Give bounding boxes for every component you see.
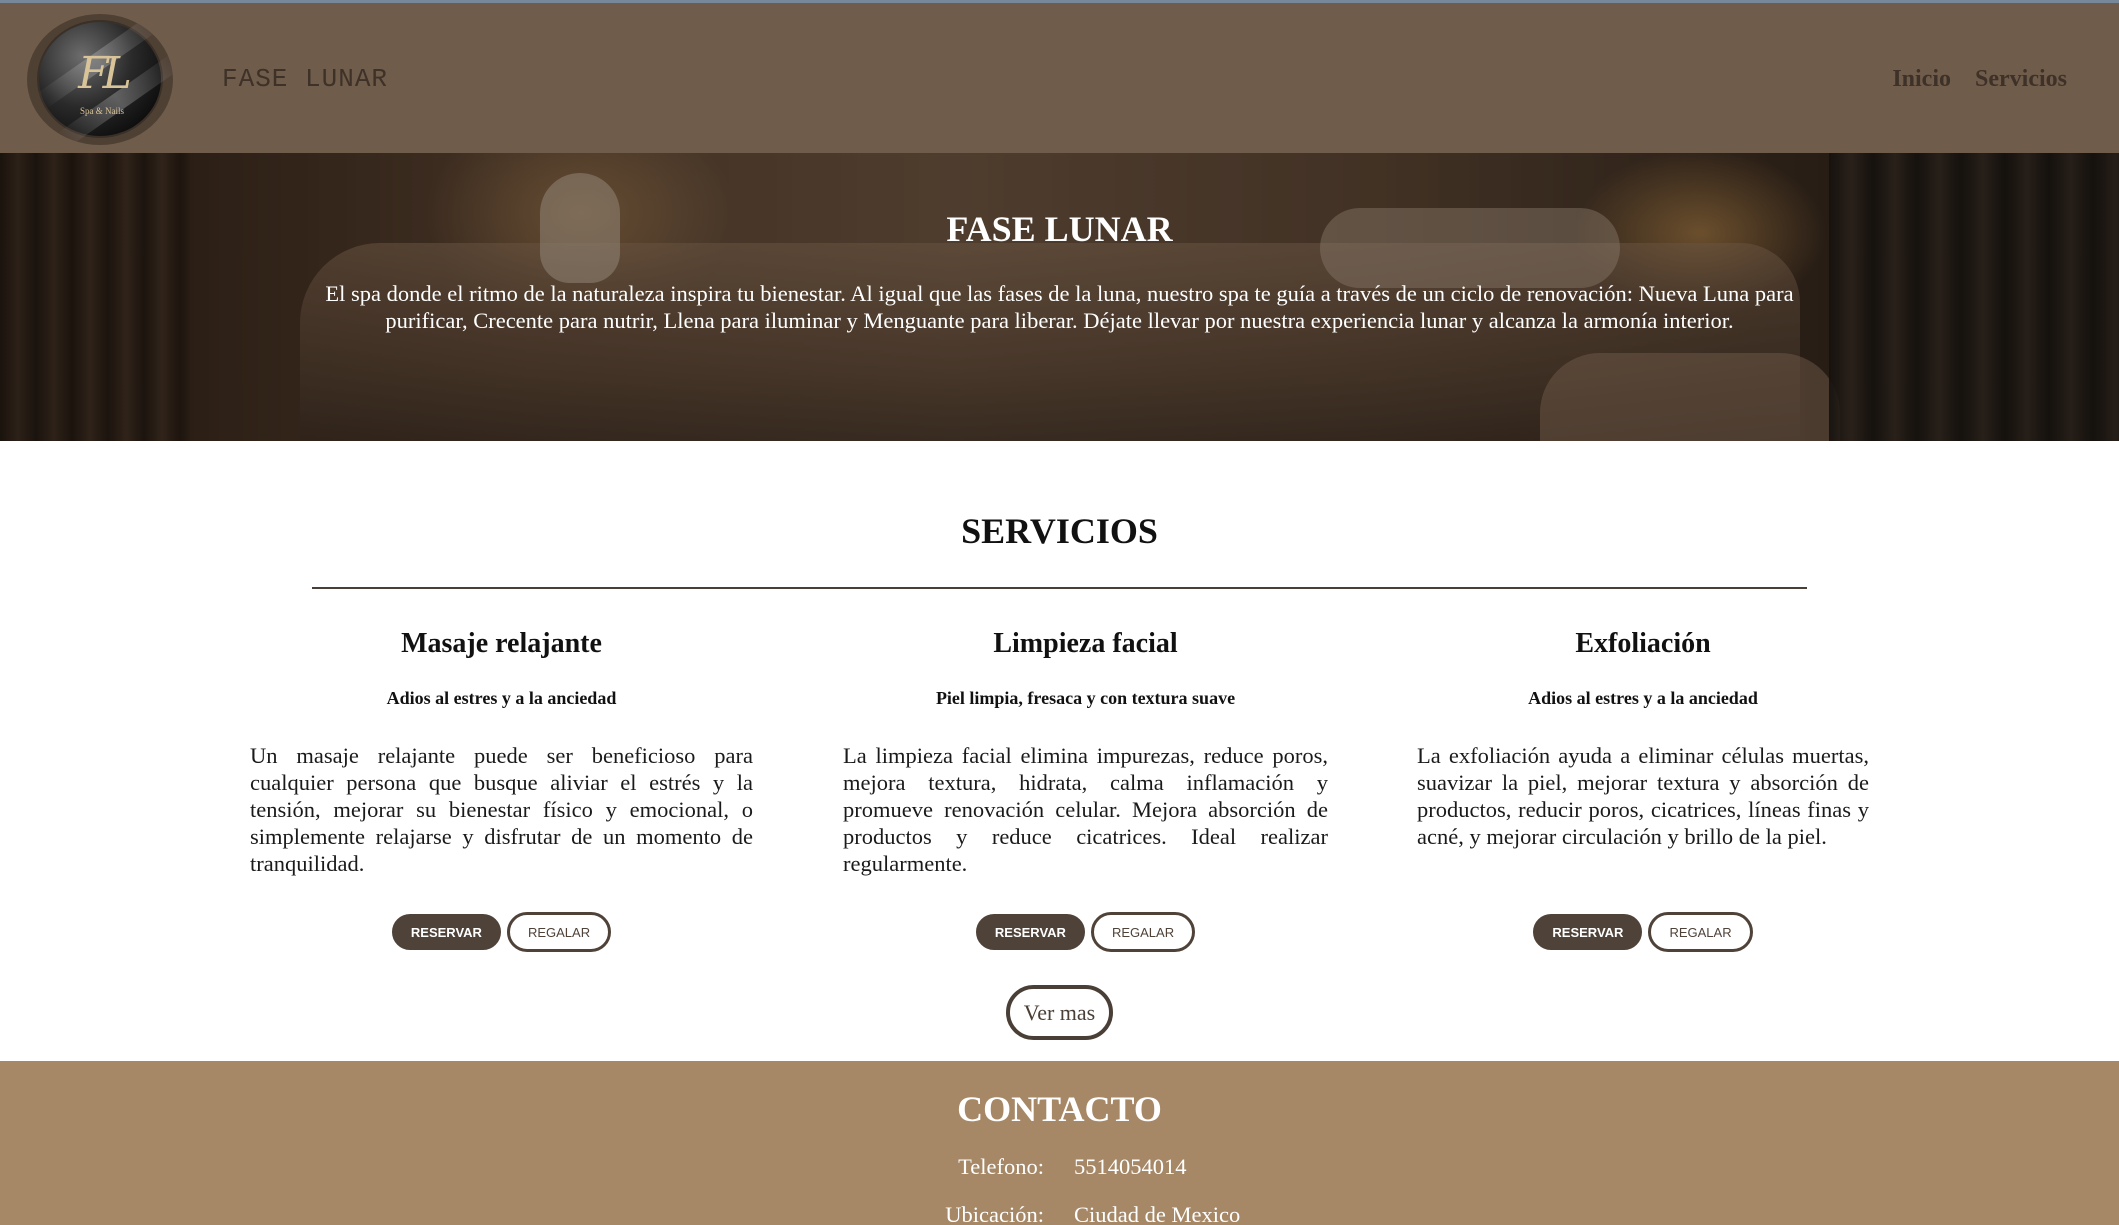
hero-banner: FASE LUNAR El spa donde el ritmo de la n… [0, 153, 2119, 441]
service-title: Limpieza facial [993, 628, 1178, 659]
service-card-exfoliacion: Exfoliación Adios al estres y a la ancie… [1417, 628, 1869, 952]
service-subtitle: Piel limpia, fresaca y con textura suave [935, 688, 1236, 708]
service-subtitle: Adios al estres y a la anciedad [386, 688, 617, 708]
section-divider [312, 587, 1807, 589]
logo-monogram: FL [78, 48, 132, 99]
service-subtitle: Adios al estres y a la anciedad [1528, 688, 1758, 708]
brand-name[interactable]: FASE LUNAR [222, 64, 388, 94]
contact-title: CONTACTO [957, 1089, 1162, 1129]
service-title: Exfoliación [1575, 628, 1711, 659]
contact-label: Telefono: [958, 1154, 1044, 1179]
service-actions: RESERVAR REGALAR [1417, 912, 1869, 952]
contact-label: Ubicación: [945, 1202, 1044, 1225]
nav-link-servicios[interactable]: Servicios [1975, 66, 2067, 93]
logo-emblem: FL Spa & Nails [36, 14, 173, 145]
nav-link-inicio[interactable]: Inicio [1892, 66, 1951, 93]
hero-title: FASE LUNAR [946, 209, 1173, 249]
hero-description: El spa donde el ritmo de la naturaleza i… [325, 281, 1794, 333]
service-actions: RESERVAR REGALAR [250, 912, 753, 952]
logo-tagline: Spa & Nails [80, 106, 124, 116]
gift-button[interactable]: REGALAR [1090, 912, 1196, 952]
see-more-button[interactable]: Ver mas [1006, 985, 1113, 1040]
contact-section: CONTACTO Telefono: 5514054014 Ubicación:… [0, 1061, 2119, 1225]
gift-button[interactable]: REGALAR [1648, 912, 1753, 952]
service-title: Masaje relajante [401, 628, 602, 659]
logo[interactable]: FL Spa & Nails [27, 14, 173, 145]
reserve-button[interactable]: RESERVAR [1533, 914, 1643, 950]
navbar: FL Spa & Nails FASE LUNAR Inicio Servici… [0, 0, 2119, 153]
reserve-button[interactable]: RESERVAR [391, 914, 501, 950]
contact-phone[interactable]: 5514054014 [1074, 1154, 1187, 1180]
services-title: SERVICIOS [961, 511, 1158, 551]
nav-links: Inicio Servicios [1892, 66, 2067, 93]
service-actions: RESERVAR REGALAR [843, 912, 1328, 952]
service-description: La exfoliación ayuda a eliminar células … [1417, 743, 1869, 849]
service-card-limpieza: Limpieza facial Piel limpia, fresaca y c… [843, 628, 1328, 952]
service-card-masaje: Masaje relajante Adios al estres y a la … [250, 628, 753, 952]
gift-button[interactable]: REGALAR [506, 912, 612, 952]
service-description: La limpieza facial elimina impurezas, re… [843, 743, 1328, 876]
reserve-button[interactable]: RESERVAR [975, 914, 1085, 950]
service-description: Un masaje relajante puede ser beneficios… [250, 743, 753, 876]
contact-location: Ciudad de Mexico [1074, 1202, 1241, 1225]
